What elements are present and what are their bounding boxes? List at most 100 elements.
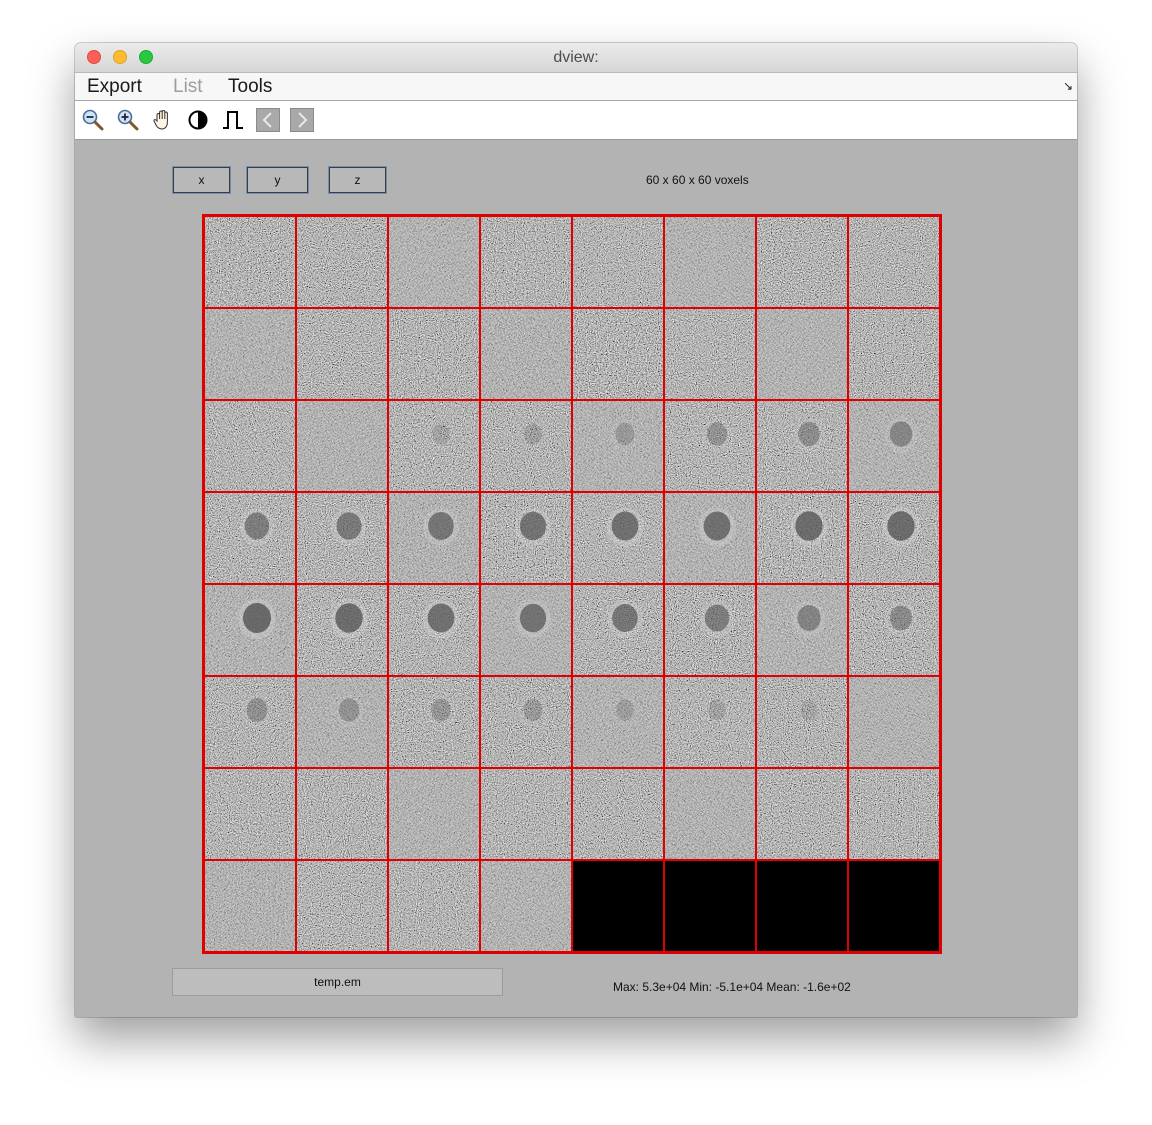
- menu-bar: Export List Tools ↘: [75, 73, 1077, 101]
- slice-11[interactable]: [388, 308, 480, 400]
- particle-blob: [885, 601, 917, 637]
- slice-34[interactable]: [296, 584, 388, 676]
- particle-blob: [882, 507, 920, 547]
- zoom-out-icon[interactable]: [81, 108, 105, 132]
- slice-31[interactable]: [756, 492, 848, 584]
- slice-57[interactable]: [204, 860, 296, 952]
- slice-32[interactable]: [848, 492, 940, 584]
- slice-19[interactable]: [388, 400, 480, 492]
- menu-tools[interactable]: Tools: [228, 76, 272, 98]
- threshold-icon[interactable]: [221, 108, 245, 132]
- y-axis-button[interactable]: y: [246, 166, 309, 194]
- particle-blob: [792, 601, 826, 637]
- undock-arrow-icon[interactable]: ↘: [1063, 79, 1073, 93]
- slice-23[interactable]: [756, 400, 848, 492]
- slice-52[interactable]: [480, 768, 572, 860]
- slice-12[interactable]: [480, 308, 572, 400]
- empty-slice: [756, 860, 848, 952]
- slice-29[interactable]: [572, 492, 664, 584]
- slice-44[interactable]: [480, 676, 572, 768]
- particle-blob: [790, 507, 828, 547]
- previous-icon[interactable]: [256, 108, 280, 132]
- slice-1[interactable]: [204, 216, 296, 308]
- particle-blob: [611, 695, 639, 727]
- slice-26[interactable]: [296, 492, 388, 584]
- slice-30[interactable]: [664, 492, 756, 584]
- empty-slice: [572, 860, 664, 952]
- volume-dimensions: 60 x 60 x 60 voxels: [646, 173, 749, 187]
- contrast-icon[interactable]: [186, 108, 210, 132]
- slice-8[interactable]: [848, 216, 940, 308]
- slice-13[interactable]: [572, 308, 664, 400]
- slice-24[interactable]: [848, 400, 940, 492]
- menu-list[interactable]: List: [173, 76, 203, 98]
- particle-blob: [238, 599, 276, 639]
- slice-15[interactable]: [756, 308, 848, 400]
- slice-9[interactable]: [204, 308, 296, 400]
- particle-blob: [793, 417, 825, 453]
- slice-22[interactable]: [664, 400, 756, 492]
- slice-10[interactable]: [296, 308, 388, 400]
- particle-blob: [241, 694, 273, 728]
- slice-25[interactable]: [204, 492, 296, 584]
- title-bar[interactable]: dview:: [75, 43, 1077, 73]
- slice-6[interactable]: [664, 216, 756, 308]
- slice-37[interactable]: [572, 584, 664, 676]
- slice-51[interactable]: [388, 768, 480, 860]
- slice-17[interactable]: [204, 400, 296, 492]
- slice-27[interactable]: [388, 492, 480, 584]
- particle-blob: [610, 418, 640, 452]
- slice-53[interactable]: [572, 768, 664, 860]
- zoom-in-icon[interactable]: [116, 108, 140, 132]
- slice-14[interactable]: [664, 308, 756, 400]
- slice-42[interactable]: [296, 676, 388, 768]
- slice-18[interactable]: [296, 400, 388, 492]
- slice-59[interactable]: [388, 860, 480, 952]
- particle-blob: [422, 599, 460, 639]
- x-axis-button[interactable]: x: [172, 166, 231, 194]
- menu-export[interactable]: Export: [87, 76, 142, 98]
- slice-41[interactable]: [204, 676, 296, 768]
- slice-40[interactable]: [848, 584, 940, 676]
- particle-blob: [519, 419, 547, 451]
- slice-39[interactable]: [756, 584, 848, 676]
- slice-16[interactable]: [848, 308, 940, 400]
- slice-montage[interactable]: [202, 214, 942, 954]
- slice-43[interactable]: [388, 676, 480, 768]
- slice-7[interactable]: [756, 216, 848, 308]
- particle-blob: [331, 508, 367, 546]
- slice-33[interactable]: [204, 584, 296, 676]
- slice-48[interactable]: [848, 676, 940, 768]
- slice-36[interactable]: [480, 584, 572, 676]
- slice-58[interactable]: [296, 860, 388, 952]
- slice-4[interactable]: [480, 216, 572, 308]
- particle-blob: [800, 699, 818, 721]
- slice-5[interactable]: [572, 216, 664, 308]
- particle-blob: [426, 694, 456, 728]
- slice-47[interactable]: [756, 676, 848, 768]
- z-axis-button[interactable]: z: [328, 166, 387, 194]
- slice-56[interactable]: [848, 768, 940, 860]
- particle-blob: [884, 417, 918, 453]
- slice-20[interactable]: [480, 400, 572, 492]
- slice-49[interactable]: [204, 768, 296, 860]
- slice-50[interactable]: [296, 768, 388, 860]
- slice-54[interactable]: [664, 768, 756, 860]
- slice-60[interactable]: [480, 860, 572, 952]
- slice-28[interactable]: [480, 492, 572, 584]
- empty-slice: [848, 860, 940, 952]
- slice-46[interactable]: [664, 676, 756, 768]
- window-title: dview:: [553, 49, 599, 66]
- slice-45[interactable]: [572, 676, 664, 768]
- slice-55[interactable]: [756, 768, 848, 860]
- slice-3[interactable]: [388, 216, 480, 308]
- slice-21[interactable]: [572, 400, 664, 492]
- slice-2[interactable]: [296, 216, 388, 308]
- viewer-canvas: x y z 60 x 60 x 60 voxels temp.em Max: 5…: [75, 140, 1077, 1017]
- slice-38[interactable]: [664, 584, 756, 676]
- pan-hand-icon[interactable]: [151, 108, 175, 132]
- filename-field[interactable]: temp.em: [172, 968, 503, 996]
- next-icon[interactable]: [290, 108, 314, 132]
- volume-stats: Max: 5.3e+04 Min: -5.1e+04 Mean: -1.6e+0…: [613, 980, 851, 992]
- slice-35[interactable]: [388, 584, 480, 676]
